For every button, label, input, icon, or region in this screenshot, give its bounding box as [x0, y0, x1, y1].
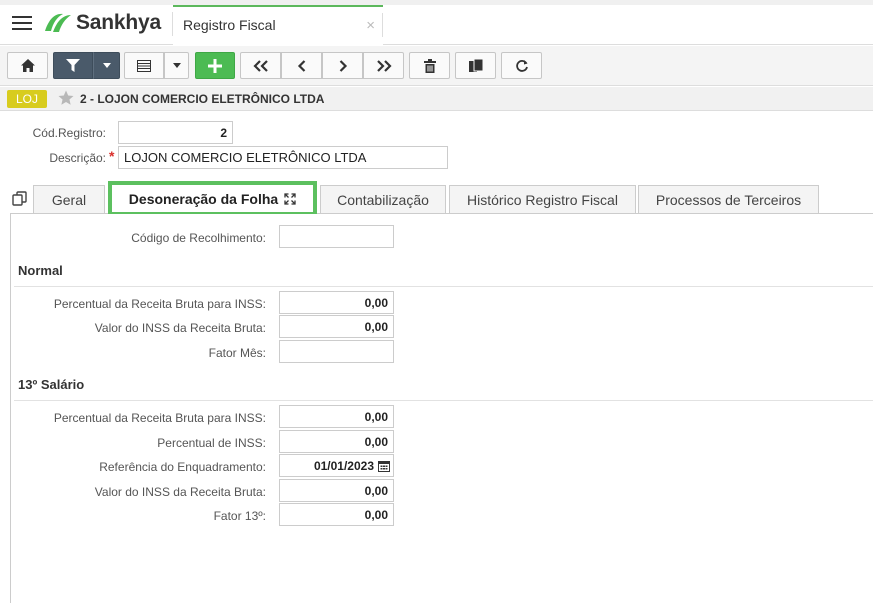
cod-registro-label: Cód.Registro: — [32, 126, 106, 140]
app-tab-registro-fiscal[interactable]: Registro Fiscal × — [173, 5, 383, 45]
refresh-button[interactable] — [501, 52, 542, 79]
close-icon[interactable]: × — [366, 17, 375, 34]
sankhya-logo[interactable]: Sankhya — [43, 11, 161, 35]
home-button[interactable] — [7, 52, 48, 79]
s13-percentual-receita-label: Percentual da Receita Bruta para INSS: — [53, 411, 266, 425]
plus-icon — [208, 58, 222, 73]
tab-contabilizacao[interactable]: Contabilização — [320, 185, 446, 214]
fator-13-field[interactable]: 0,00 — [279, 503, 394, 526]
tab-historico-registro-fiscal[interactable]: Histórico Registro Fiscal — [449, 185, 636, 214]
record-strip: LOJ 2 - LOJON COMERCIO ELETRÔNICO LTDA — [0, 87, 873, 111]
descricao-field[interactable]: LOJON COMERCIO ELETRÔNICO LTDA — [118, 146, 448, 169]
section-title-13-salario: 13º Salário — [18, 377, 85, 392]
last-record-icon — [376, 59, 392, 72]
fator-mes-field[interactable] — [279, 340, 394, 363]
s13-valor-inss-label: Valor do INSS da Receita Bruta: — [94, 485, 266, 499]
next-record-icon — [339, 59, 347, 72]
record-badge: LOJ — [7, 90, 47, 108]
grid-view-icon — [137, 59, 151, 72]
delete-button[interactable] — [409, 52, 450, 79]
first-record-button[interactable] — [240, 52, 281, 79]
active-tab-highlight — [108, 181, 317, 216]
s13-percentual-inss-label: Percentual de INSS: — [157, 436, 266, 450]
tab-divider — [382, 13, 383, 37]
duplicate-button[interactable] — [455, 52, 496, 79]
grid-view-button[interactable] — [124, 52, 164, 79]
descricao-label: Descrição: — [49, 151, 106, 165]
s13-percentual-inss-field[interactable]: 0,00 — [279, 430, 394, 453]
filter-icon — [66, 59, 80, 72]
toolbar — [0, 46, 873, 86]
add-button[interactable] — [195, 52, 235, 79]
codigo-recolhimento-field[interactable] — [279, 225, 394, 248]
top-strip — [0, 0, 873, 5]
app-tab-title: Registro Fiscal — [183, 17, 276, 33]
section-divider — [14, 286, 873, 287]
previous-record-button[interactable] — [281, 52, 322, 79]
codigo-recolhimento-label: Código de Recolhimento: — [131, 231, 266, 245]
referencia-enquadramento-value: 01/01/2023 — [313, 458, 374, 473]
fator-mes-label: Fator Mês: — [208, 346, 266, 360]
tab-geral[interactable]: Geral — [33, 185, 105, 214]
section-divider — [14, 400, 873, 401]
filter-button[interactable] — [53, 52, 93, 79]
previous-record-icon — [297, 59, 305, 72]
normal-valor-inss-label: Valor do INSS da Receita Bruta: — [94, 321, 266, 335]
star-icon[interactable] — [57, 89, 75, 107]
menu-icon[interactable] — [12, 16, 32, 30]
tab-panel — [10, 214, 873, 603]
duplicate-icon — [468, 58, 483, 72]
next-record-button[interactable] — [322, 52, 363, 79]
s13-percentual-receita-field[interactable]: 0,00 — [279, 405, 394, 428]
first-record-icon — [252, 59, 268, 72]
normal-valor-inss-field[interactable]: 0,00 — [279, 315, 394, 338]
filter-dropdown-button[interactable] — [93, 52, 120, 79]
s13-valor-inss-field[interactable]: 0,00 — [279, 479, 394, 502]
calendar-icon[interactable] — [378, 460, 390, 472]
sankhya-logo-icon — [45, 13, 71, 32]
referencia-enquadramento-label: Referência do Enquadramento: — [99, 460, 266, 474]
section-title-normal: Normal — [18, 263, 63, 278]
fator-13-label: Fator 13º: — [213, 509, 266, 523]
home-icon — [20, 59, 35, 72]
caret-down-icon — [172, 63, 181, 68]
normal-percentual-label: Percentual da Receita Bruta para INSS: — [53, 297, 266, 311]
refresh-icon — [515, 59, 528, 72]
cod-registro-field[interactable]: 2 — [118, 121, 233, 144]
record-title: 2 - LOJON COMERCIO ELETRÔNICO LTDA — [80, 92, 325, 106]
required-marker: * — [109, 148, 115, 164]
trash-icon — [423, 58, 436, 73]
normal-percentual-field[interactable]: 0,00 — [279, 291, 394, 314]
grid-view-dropdown-button[interactable] — [164, 52, 189, 79]
top-bar: Sankhya Registro Fiscal × — [0, 0, 873, 45]
caret-down-icon — [102, 63, 111, 68]
referencia-enquadramento-field[interactable]: 01/01/2023 — [279, 454, 394, 477]
tab-processos-de-terceiros[interactable]: Processos de Terceiros — [638, 185, 819, 214]
last-record-button[interactable] — [363, 52, 404, 79]
copy-icon[interactable] — [12, 191, 28, 207]
logo-text: Sankhya — [76, 11, 161, 34]
